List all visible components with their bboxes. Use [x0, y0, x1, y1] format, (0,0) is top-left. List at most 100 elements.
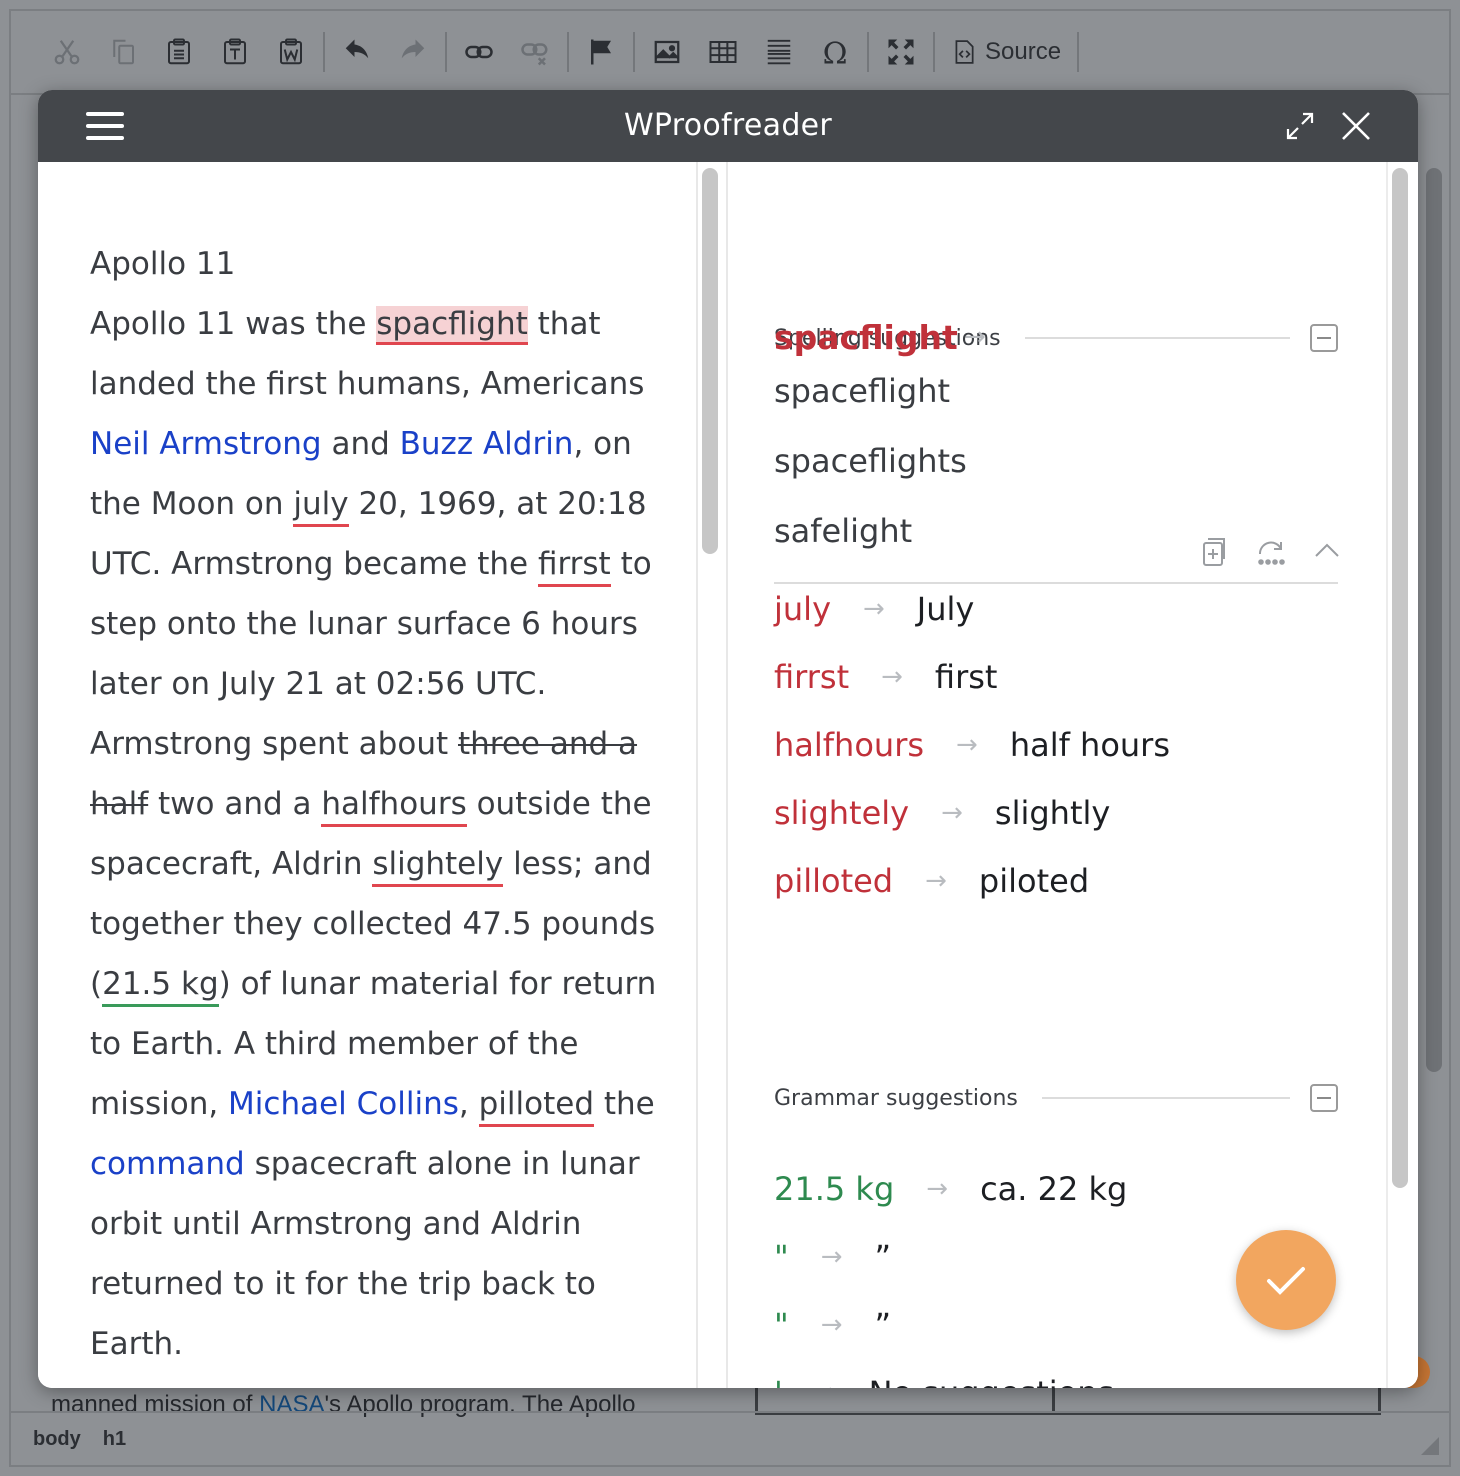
grammar-issue: ' [774, 1374, 783, 1388]
grammar-issue: 21.5 kg [774, 1170, 895, 1208]
misspelled-word: july [774, 590, 831, 628]
text-run: and [321, 426, 400, 462]
paste-text-icon[interactable] [207, 24, 263, 80]
paste-icon[interactable] [151, 24, 207, 80]
arrow-right-icon: → [941, 798, 963, 828]
elements-path-bar: body h1 [11, 1411, 1449, 1465]
grammar-section-header: Grammar suggestions [774, 1084, 1338, 1112]
checkmark-icon [1267, 1267, 1305, 1295]
arrow-right-icon: → [863, 594, 885, 624]
chevron-up-icon[interactable] [1310, 534, 1344, 568]
grammar-suggestion-row[interactable]: " → ” [774, 1232, 891, 1282]
suggested-word[interactable]: piloted [979, 862, 1089, 900]
suggested-fix[interactable]: No suggestions [869, 1374, 1115, 1388]
text-run: two and a [148, 786, 322, 822]
svg-text:Ω: Ω [823, 37, 848, 67]
close-icon[interactable] [1338, 108, 1374, 144]
suggestions-scrollbar[interactable] [1392, 168, 1408, 1188]
active-misspelled-word: spacflight [774, 318, 958, 357]
toolbar-separator [567, 32, 569, 72]
arrow-right-icon: → [925, 866, 947, 896]
suggestion-card-actions [1198, 534, 1344, 568]
image-icon[interactable] [639, 24, 695, 80]
grammar-error[interactable]: 21.5 kg [102, 966, 219, 1007]
maximize-icon[interactable] [873, 24, 929, 80]
divider [1041, 1097, 1290, 1099]
link-buzz-aldrin[interactable]: Buzz Aldrin [400, 426, 574, 462]
spelling-error[interactable]: slightely [372, 846, 504, 887]
spelling-error[interactable]: halfhours [321, 786, 467, 827]
misspelled-word: halfhours [774, 726, 925, 764]
collapse-spelling-button[interactable] [1310, 324, 1338, 352]
suggested-fix[interactable]: ” [875, 1306, 892, 1344]
arrow-right-icon: → [815, 1378, 837, 1388]
accept-all-button[interactable] [1236, 1230, 1336, 1330]
toolbar-separator [633, 32, 635, 72]
redo-icon[interactable] [385, 24, 441, 80]
toolbar-separator [323, 32, 325, 72]
suggestions-scroll-track [1386, 162, 1388, 1388]
expand-icon[interactable] [1284, 110, 1316, 142]
suggestion-option[interactable]: safelight [774, 512, 912, 550]
paste-word-icon[interactable] [263, 24, 319, 80]
unlink-icon[interactable] [507, 24, 563, 80]
grammar-suggestion-row[interactable]: ' → No suggestions [774, 1368, 1114, 1388]
grammar-section-label: Grammar suggestions [774, 1085, 1018, 1111]
text-run: the [594, 1086, 655, 1122]
suggestion-option[interactable]: spaceflights [774, 442, 967, 480]
toolbar-separator [1077, 32, 1080, 72]
suggestion-option[interactable]: spaceflight [774, 372, 950, 410]
source-button[interactable]: Source [939, 24, 1073, 80]
anchor-flag-icon[interactable] [573, 24, 629, 80]
suggested-word[interactable]: slightly [995, 794, 1110, 832]
link-michael-collins[interactable]: Michael Collins [228, 1086, 459, 1122]
suggested-word[interactable]: July [917, 590, 975, 628]
undo-icon[interactable] [329, 24, 385, 80]
spelling-suggestion-row[interactable]: firrst → first [774, 652, 997, 702]
suggested-word[interactable]: first [935, 658, 998, 696]
spelling-suggestion-row[interactable]: pilloted → piloted [774, 856, 1089, 906]
spelling-suggestion-row[interactable]: halfhours → half hours [774, 720, 1170, 770]
spelling-suggestion-row[interactable]: july → July [774, 584, 974, 634]
grammar-issue: " [774, 1306, 789, 1344]
link-command[interactable]: command [90, 1146, 245, 1182]
suggested-fix[interactable]: ca. 22 kg [980, 1170, 1127, 1208]
grammar-suggestion-row[interactable]: 21.5 kg → ca. 22 kg [774, 1164, 1127, 1214]
path-item-h1[interactable]: h1 [103, 1428, 126, 1451]
table-icon[interactable] [695, 24, 751, 80]
resize-grip-icon[interactable] [1421, 1437, 1439, 1455]
spelling-error[interactable]: firrst [537, 546, 611, 587]
text-pane-scrollbar[interactable] [702, 168, 718, 554]
editor-scrollbar[interactable] [1426, 168, 1442, 1072]
horizontal-line-icon[interactable] [751, 24, 807, 80]
proofreader-dialog: WProofreader Apollo 11 Apollo 11 was the… [38, 90, 1418, 1388]
document-text: Apollo 11 Apollo 11 was the spacflight t… [90, 234, 670, 1374]
link-icon[interactable] [451, 24, 507, 80]
divider [1024, 337, 1290, 339]
suggested-fix[interactable]: ” [875, 1238, 892, 1276]
text-pane: Apollo 11 Apollo 11 was the spacflight t… [38, 162, 696, 1388]
document-paragraph: Apollo 11 was the spacflight that landed… [90, 294, 670, 1374]
text-run: Apollo 11 was the [90, 306, 377, 342]
add-to-dictionary-icon[interactable] [1198, 534, 1232, 568]
spelling-error[interactable]: july [293, 486, 349, 527]
grammar-suggestion-row[interactable]: " → ” [774, 1300, 891, 1350]
suggested-word[interactable]: half hours [1010, 726, 1170, 764]
link-neil-armstrong[interactable]: Neil Armstrong [90, 426, 322, 462]
cut-icon[interactable] [39, 24, 95, 80]
arrow-right-icon: → [820, 1242, 843, 1272]
copy-icon[interactable] [95, 24, 151, 80]
arrow-right-icon: → [926, 1174, 949, 1204]
misspelled-word: pilloted [774, 862, 894, 900]
special-character-icon[interactable]: Ω [807, 24, 863, 80]
path-item-body[interactable]: body [33, 1428, 81, 1451]
spelling-suggestion-row[interactable]: slightely → slightly [774, 788, 1110, 838]
spelling-error[interactable]: pilloted [478, 1086, 594, 1127]
editor-toolbar: Ω Source [11, 11, 1449, 95]
ignore-all-icon[interactable] [1254, 534, 1288, 568]
collapse-grammar-button[interactable] [1310, 1084, 1338, 1112]
spelling-error-active[interactable]: spacflight [376, 306, 528, 345]
dialog-header: WProofreader [38, 90, 1418, 162]
suggestions-pane: Spelling suggestions spacflight → spacef… [728, 162, 1418, 1388]
source-icon [955, 40, 974, 64]
